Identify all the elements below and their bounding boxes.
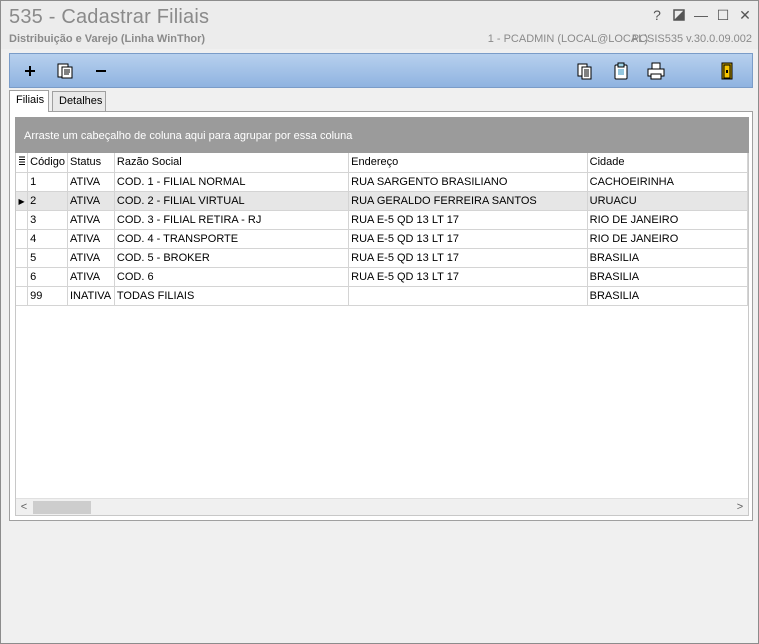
close-button[interactable]: ✕ <box>736 6 754 24</box>
row-indicator <box>16 286 29 306</box>
edit-button[interactable] <box>55 61 75 81</box>
branches-table: Código Status Razão Social Endereço Cida… <box>16 153 748 306</box>
toolbar <box>9 53 753 88</box>
user-info: 1 - PCADMIN (LOCAL@LOCAL) <box>487 33 648 45</box>
row-indicator <box>16 248 29 268</box>
main-window: 535 - Cadastrar Filiais Distribuição e V… <box>0 0 759 644</box>
cell-status[interactable]: ATIVA <box>67 210 115 230</box>
column-header-cidade[interactable]: Cidade <box>587 153 748 173</box>
cell-cidade[interactable]: URUACU <box>587 191 748 211</box>
cell-cidade[interactable]: BRASILIA <box>587 286 748 306</box>
print-icon <box>647 62 665 80</box>
window-title: 535 - Cadastrar Filiais <box>9 6 210 28</box>
cell-cidade[interactable]: BRASILIA <box>587 267 748 287</box>
table-header-row: Código Status Razão Social Endereço Cida… <box>16 153 748 173</box>
cell-status[interactable]: INATIVA <box>67 286 115 306</box>
cell-endereco[interactable] <box>348 286 588 306</box>
help-button[interactable]: ? <box>648 6 666 24</box>
clipboard-icon <box>614 62 628 80</box>
cell-endereco[interactable]: RUA E-5 QD 13 LT 17 <box>348 248 588 268</box>
clipboard-button[interactable] <box>611 61 631 81</box>
window-subtitle: Distribuição e Varejo (Linha WinThor) <box>9 33 206 45</box>
edit-icon <box>57 63 73 79</box>
add-icon <box>25 66 35 76</box>
cell-razao-social[interactable]: COD. 6 <box>114 267 350 287</box>
cell-endereco[interactable]: RUA GERALDO FERREIRA SANTOS <box>348 191 588 211</box>
column-header-codigo[interactable]: Código <box>27 153 68 173</box>
table-row[interactable]: 5 ATIVA COD. 5 - BROKER RUA E-5 QD 13 LT 17… <box>16 248 748 268</box>
cell-status[interactable]: ATIVA <box>67 172 115 192</box>
horizontal-scrollbar[interactable]: < > <box>16 498 748 515</box>
cell-codigo[interactable]: 2 <box>27 191 68 211</box>
print-button[interactable] <box>646 61 666 81</box>
cell-status[interactable]: ATIVA <box>67 248 115 268</box>
column-header-status[interactable]: Status <box>67 153 115 173</box>
table-row[interactable]: 3 ATIVA COD. 3 - FILIAL RETIRA - RJ RUA E-5… <box>16 210 748 230</box>
tab-panel-filiais: Arraste um cabeçalho de coluna aqui para… <box>9 111 753 521</box>
restore-icon <box>673 9 685 21</box>
cell-endereco[interactable]: RUA E-5 QD 13 LT 17 <box>348 210 588 230</box>
cell-status[interactable]: ATIVA <box>67 267 115 287</box>
scroll-right-icon[interactable]: > <box>732 500 748 515</box>
row-indicator <box>16 210 29 230</box>
exit-button[interactable] <box>717 61 737 81</box>
copy-button[interactable] <box>575 61 595 81</box>
remove-icon <box>96 70 106 72</box>
row-indicator: ▶ <box>16 191 29 211</box>
cell-cidade[interactable]: BRASILIA <box>587 248 748 268</box>
restore-button[interactable] <box>670 6 688 24</box>
cell-endereco[interactable]: RUA E-5 QD 13 LT 17 <box>348 267 588 287</box>
cell-razao-social[interactable]: COD. 2 - FILIAL VIRTUAL <box>114 191 350 211</box>
cell-razao-social[interactable]: COD. 5 - BROKER <box>114 248 350 268</box>
tab-filiais[interactable]: Filiais <box>9 90 49 112</box>
app-version: PCSIS535 v.30.0.09.002 <box>631 33 752 45</box>
table-row[interactable]: 1 ATIVA COD. 1 - FILIAL NORMAL RUA SARGENTO… <box>16 172 748 192</box>
column-header-razao-social[interactable]: Razão Social <box>114 153 350 173</box>
cell-codigo[interactable]: 5 <box>27 248 68 268</box>
column-chooser-icon[interactable] <box>16 153 29 173</box>
cell-razao-social[interactable]: COD. 4 - TRANSPORTE <box>114 229 350 249</box>
row-indicator <box>16 229 29 249</box>
scrollbar-thumb[interactable] <box>33 501 91 514</box>
cell-codigo[interactable]: 1 <box>27 172 68 192</box>
cell-cidade[interactable]: RIO DE JANEIRO <box>587 229 748 249</box>
table-row[interactable]: ▶ 2 ATIVA COD. 2 - FILIAL VIRTUAL RUA GERALD… <box>16 191 748 211</box>
minimize-button[interactable]: — <box>692 6 710 24</box>
cell-cidade[interactable]: RIO DE JANEIRO <box>587 210 748 230</box>
cell-status[interactable]: ATIVA <box>67 191 115 211</box>
cell-codigo[interactable]: 6 <box>27 267 68 287</box>
table-row[interactable]: 99 INATIVA TODAS FILIAIS BRASILIA <box>16 286 748 306</box>
maximize-button[interactable]: ☐ <box>714 6 732 24</box>
window-controls: ? — ☐ ✕ <box>648 6 754 24</box>
title-bar: 535 - Cadastrar Filiais Distribuição e V… <box>1 1 758 49</box>
tab-detalhes[interactable]: Detalhes <box>52 91 106 111</box>
cell-cidade[interactable]: CACHOEIRINHA <box>587 172 748 192</box>
table-row[interactable]: 6 ATIVA COD. 6 RUA E-5 QD 13 LT 17 BRASILIA <box>16 267 748 287</box>
branches-grid: Código Status Razão Social Endereço Cida… <box>15 153 749 516</box>
row-indicator <box>16 172 29 192</box>
copy-icon <box>577 63 592 80</box>
column-header-endereco[interactable]: Endereço <box>348 153 588 173</box>
cell-codigo[interactable]: 99 <box>27 286 68 306</box>
cell-status[interactable]: ATIVA <box>67 229 115 249</box>
cell-codigo[interactable]: 3 <box>27 210 68 230</box>
remove-button[interactable] <box>91 61 111 81</box>
row-pointer-icon: ▶ <box>18 196 25 206</box>
cell-endereco[interactable]: RUA E-5 QD 13 LT 17 <box>348 229 588 249</box>
scroll-left-icon[interactable]: < <box>16 500 32 515</box>
cell-razao-social[interactable]: COD. 1 - FILIAL NORMAL <box>114 172 350 192</box>
cell-razao-social[interactable]: COD. 3 - FILIAL RETIRA - RJ <box>114 210 350 230</box>
row-indicator <box>16 267 29 287</box>
cell-endereco[interactable]: RUA SARGENTO BRASILIANO <box>348 172 588 192</box>
group-by-panel[interactable]: Arraste um cabeçalho de coluna aqui para… <box>15 117 749 153</box>
exit-icon <box>721 62 733 80</box>
cell-codigo[interactable]: 4 <box>27 229 68 249</box>
cell-razao-social[interactable]: TODAS FILIAIS <box>114 286 350 306</box>
table-row[interactable]: 4 ATIVA COD. 4 - TRANSPORTE RUA E-5 QD 13 L… <box>16 229 748 249</box>
add-button[interactable] <box>20 61 40 81</box>
